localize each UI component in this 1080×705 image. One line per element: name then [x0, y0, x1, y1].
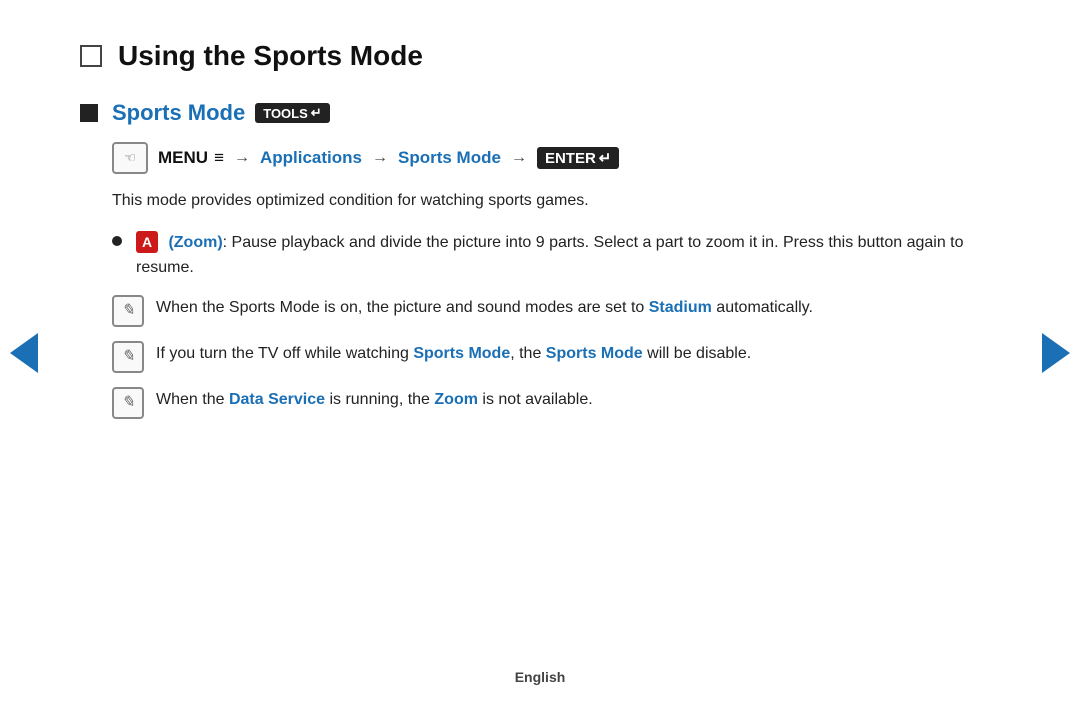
black-square-icon — [80, 104, 98, 122]
tools-badge: TOOLS↵ — [255, 103, 329, 123]
page-title-row: Using the Sports Mode — [80, 40, 1000, 72]
bullet-item: A (Zoom): Pause playback and divide the … — [112, 230, 1000, 281]
menu-path-row: ☜ MENU ≡ → Applications → Sports Mode → … — [112, 142, 1000, 174]
arrow2: → — [372, 149, 388, 167]
stadium-link: Stadium — [649, 299, 712, 316]
nav-arrow-right[interactable] — [1042, 333, 1070, 373]
section-header: Sports Mode TOOLS↵ — [80, 100, 1000, 126]
tools-symbol: ↵ — [311, 105, 322, 121]
menu-bars: ≡ — [214, 148, 224, 168]
description-text: This mode provides optimized condition f… — [112, 188, 1000, 214]
bullet-dot-icon — [112, 236, 122, 246]
note-item-1: ✎ When the Sports Mode is on, the pictur… — [112, 295, 1000, 327]
note-icon-3: ✎ — [112, 387, 144, 419]
section-title: Sports Mode — [112, 100, 245, 126]
note-item-3: ✎ When the Data Service is running, the … — [112, 387, 1000, 419]
data-service-link: Data Service — [229, 391, 325, 408]
menu-finger-icon: ☜ — [112, 142, 148, 174]
enter-badge: ENTER↵ — [537, 147, 619, 169]
note-text-3: When the Data Service is running, the Zo… — [156, 387, 1000, 413]
zoom-badge-icon: A — [136, 231, 158, 253]
zoom-text: Zoom — [174, 234, 218, 251]
applications-link: Applications — [260, 148, 362, 168]
bullet-text: : Pause playback and divide the picture … — [136, 234, 964, 277]
page-title: Using the Sports Mode — [118, 40, 423, 72]
note-text-2: If you turn the TV off while watching Sp… — [156, 341, 1000, 367]
arrow1: → — [234, 149, 250, 167]
note-text-1: When the Sports Mode is on, the picture … — [156, 295, 1000, 321]
sports-mode-link-2: Sports Mode — [546, 345, 643, 362]
sports-mode-link-path: Sports Mode — [398, 148, 501, 168]
tools-label: TOOLS — [263, 106, 308, 121]
note-item-2: ✎ If you turn the TV off while watching … — [112, 341, 1000, 373]
sports-mode-link-1: Sports Mode — [413, 345, 510, 362]
note-icon-2: ✎ — [112, 341, 144, 373]
footer-text: English — [515, 669, 566, 685]
menu-label: MENU — [158, 148, 208, 168]
bullet-content: A (Zoom): Pause playback and divide the … — [136, 230, 1000, 281]
nav-arrow-left[interactable] — [10, 333, 38, 373]
page-container: Using the Sports Mode Sports Mode TOOLS↵… — [0, 0, 1080, 473]
arrow3: → — [511, 149, 527, 167]
zoom-link: Zoom — [434, 391, 478, 408]
enter-label: ENTER — [545, 150, 596, 167]
note-icon-1: ✎ — [112, 295, 144, 327]
enter-symbol: ↵ — [599, 149, 612, 167]
title-checkbox-icon — [80, 45, 102, 67]
